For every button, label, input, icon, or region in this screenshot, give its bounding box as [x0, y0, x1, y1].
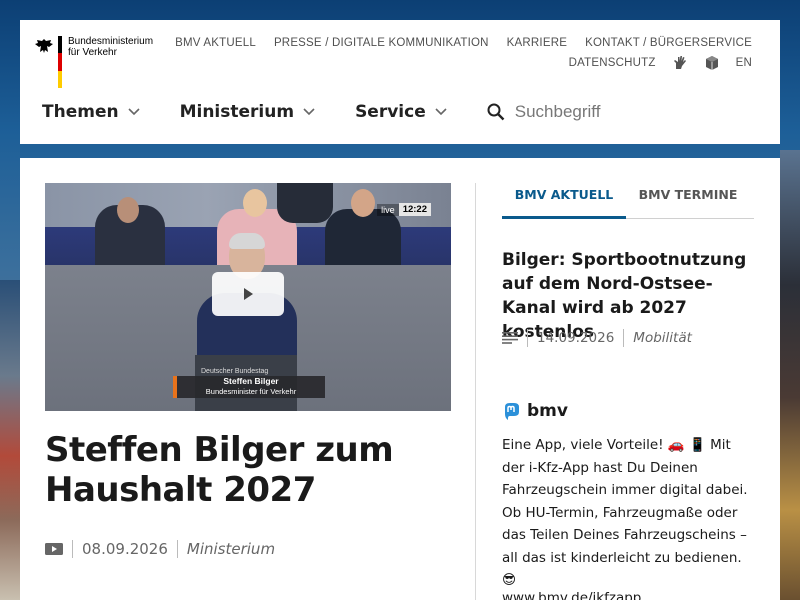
- featured-title[interactable]: Steffen Bilger zum Haushalt 2027: [45, 430, 465, 510]
- speaker-role: Bundesminister für Verkehr: [205, 387, 297, 396]
- topnav-bmv-aktuell[interactable]: BMV AKTUELL: [175, 37, 256, 49]
- play-icon: [244, 288, 253, 300]
- featured-category[interactable]: Ministerium: [187, 540, 275, 558]
- news-category[interactable]: Mobilität: [633, 330, 692, 346]
- news-meta: 14.09.2026 Mobilität: [502, 329, 692, 347]
- video-lower-third: Deutscher Bundestag Steffen Bilger Bunde…: [173, 368, 325, 398]
- social-post-link[interactable]: www.bmv.de/ikfzapp: [502, 590, 641, 600]
- top-navigation: BMV AKTUELL PRESSE / DIGITALE KOMMUNIKAT…: [175, 35, 752, 71]
- site-header: Bundesministerium für Verkehr BMV AKTUEL…: [20, 20, 780, 144]
- search-icon[interactable]: [487, 103, 505, 121]
- mainnav-themen[interactable]: Themen: [42, 102, 140, 122]
- chevron-down-icon: [128, 108, 140, 116]
- column-divider: [475, 183, 476, 600]
- search-input[interactable]: [514, 102, 665, 122]
- topnav-karriere[interactable]: KARRIERE: [507, 37, 567, 49]
- video-person-head: [243, 189, 267, 217]
- background-photo-left: [0, 280, 20, 600]
- federal-eagle-icon: [35, 39, 53, 53]
- easy-language-icon[interactable]: [704, 55, 720, 71]
- logo-text: Bundesministerium für Verkehr: [68, 36, 154, 58]
- featured-date: 08.09.2026: [82, 540, 168, 558]
- video-duration: 12:22: [398, 203, 431, 216]
- video-person-head: [351, 189, 375, 217]
- video-player[interactable]: live 12:22 Deutscher Bundestag Steffen B…: [45, 183, 451, 411]
- background-photo-right: [780, 150, 800, 600]
- main-navigation: Themen Ministerium Service: [42, 102, 665, 122]
- topnav-datenschutz[interactable]: DATENSCHUTZ: [569, 57, 656, 69]
- language-switch-en[interactable]: EN: [736, 57, 752, 69]
- mainnav-service[interactable]: Service: [355, 102, 447, 122]
- speaker-name: Steffen Bilger: [223, 376, 279, 386]
- mastodon-icon: [505, 403, 519, 420]
- tab-bmv-termine[interactable]: BMV TERMINE: [626, 183, 750, 218]
- chevron-down-icon: [303, 108, 315, 116]
- search-box: [487, 102, 665, 122]
- tab-bmv-aktuell[interactable]: BMV AKTUELL: [502, 183, 626, 219]
- play-button[interactable]: [212, 272, 284, 316]
- news-date: 14.09.2026: [537, 330, 615, 346]
- ministry-logo[interactable]: Bundesministerium für Verkehr: [34, 36, 153, 88]
- mainnav-ministerium[interactable]: Ministerium: [180, 102, 315, 122]
- social-account[interactable]: bmv: [502, 401, 568, 421]
- social-post-text: Eine App, viele Vorteile! 🚗 📱 Mit der i-…: [502, 437, 748, 588]
- video-person: [277, 183, 333, 223]
- sign-language-icon[interactable]: [672, 55, 688, 71]
- video-person-head: [117, 197, 139, 223]
- chevron-down-icon: [435, 108, 447, 116]
- text-icon: [502, 332, 518, 344]
- topnav-presse[interactable]: PRESSE / DIGITALE KOMMUNIKATION: [274, 37, 489, 49]
- german-flag-bar: [58, 36, 62, 88]
- video-person: [325, 209, 401, 267]
- video-icon: [45, 543, 63, 555]
- live-indicator: live 12:22: [377, 203, 431, 216]
- video-speaker-hair: [229, 233, 265, 249]
- news-tabs: BMV AKTUELL BMV TERMINE: [502, 183, 754, 219]
- topnav-kontakt[interactable]: KONTAKT / BÜRGERSERVICE: [585, 37, 752, 49]
- featured-meta: 08.09.2026 Ministerium: [45, 540, 275, 558]
- content-card: live 12:22 Deutscher Bundestag Steffen B…: [20, 158, 780, 600]
